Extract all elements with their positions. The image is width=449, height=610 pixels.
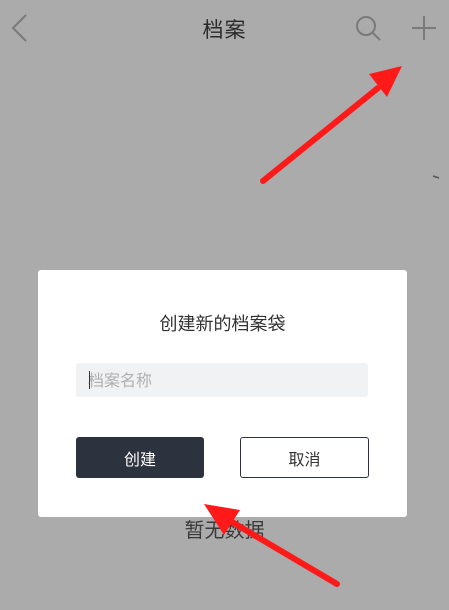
empty-state-text: 暂无数据 bbox=[184, 518, 265, 542]
plus-icon[interactable] bbox=[410, 14, 438, 42]
nav-bar: 档案 bbox=[0, 0, 449, 56]
create-folder-dialog: 创建新的档案袋 创建 取消 bbox=[38, 270, 407, 517]
folder-name-input[interactable] bbox=[76, 363, 368, 397]
scratch-mark bbox=[432, 175, 440, 179]
arrow-to-add-icon bbox=[260, 66, 402, 184]
cancel-button[interactable]: 取消 bbox=[240, 437, 369, 478]
text-cursor bbox=[89, 371, 90, 389]
create-button[interactable]: 创建 bbox=[76, 437, 204, 478]
dialog-title: 创建新的档案袋 bbox=[159, 314, 286, 335]
search-icon[interactable] bbox=[354, 14, 382, 42]
